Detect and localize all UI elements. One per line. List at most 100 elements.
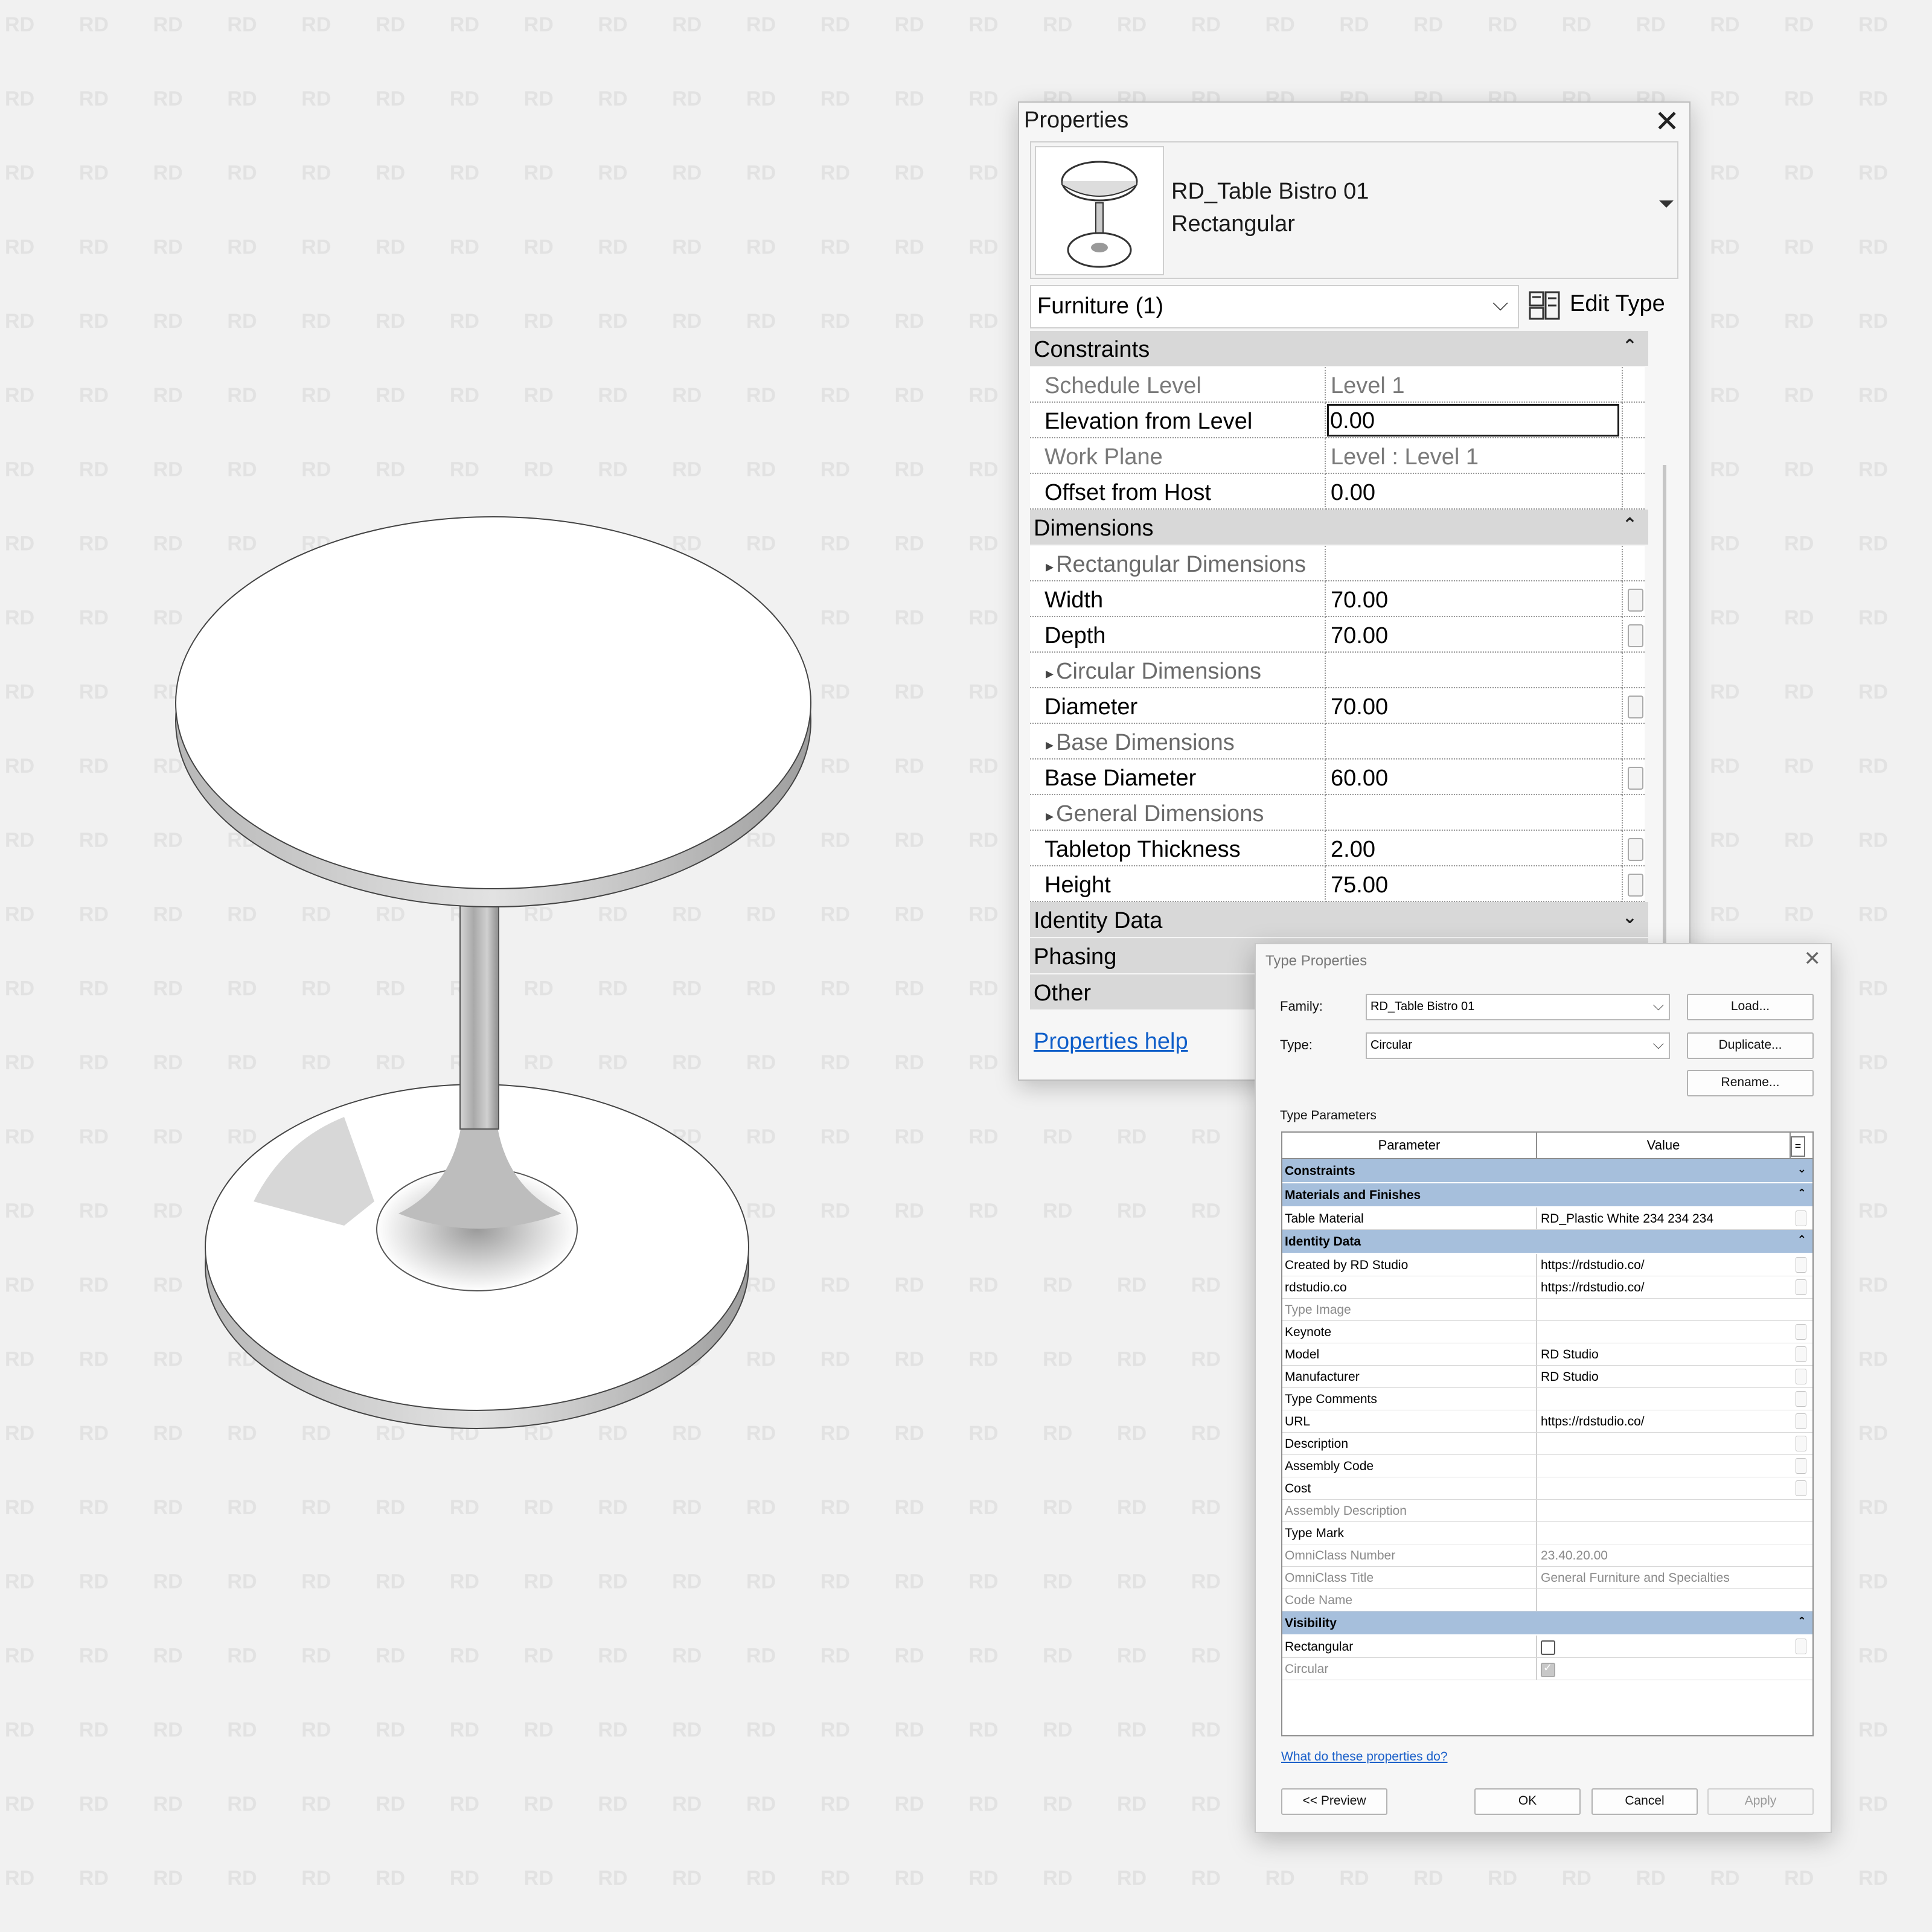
associate-parameter-icon[interactable] [1796, 1257, 1806, 1273]
associate-parameter-icon[interactable] [1796, 1480, 1806, 1496]
property-value-cell [1326, 653, 1622, 688]
associate-parameter-cell[interactable] [1622, 688, 1645, 724]
group-identity-data[interactable]: Identity Data ⌄ [1030, 902, 1648, 938]
type-param-row-rdstudio-co[interactable]: rdstudio.co https://rdstudio.co/ [1282, 1276, 1812, 1299]
collapse-icon[interactable]: ⌃ [1622, 336, 1637, 357]
type-param-row-keynote[interactable]: Keynote [1282, 1321, 1812, 1343]
type-param-row-rectangular[interactable]: Rectangular [1282, 1636, 1812, 1658]
associate-parameter-cell[interactable] [1622, 866, 1645, 902]
associate-parameter-icon[interactable] [1628, 696, 1643, 718]
type-param-row-model[interactable]: Model RD Studio [1282, 1343, 1812, 1366]
type-param-value[interactable]: RD_Plastic White 234 234 234 [1541, 1212, 1713, 1226]
associate-parameter-icon[interactable] [1628, 874, 1643, 897]
type-param-row-created-by-rd-studio[interactable]: Created by RD Studio https://rdstudio.co/ [1282, 1254, 1812, 1276]
associate-parameter-icon[interactable] [1796, 1639, 1806, 1654]
property-value-cell[interactable]: 2.00 [1326, 831, 1622, 866]
associate-parameter-cell[interactable] [1622, 760, 1645, 795]
type-param-value[interactable]: https://rdstudio.co/ [1541, 1415, 1645, 1429]
type-param-row-type-comments[interactable]: Type Comments [1282, 1388, 1812, 1410]
property-row-depth[interactable]: Depth 70.00 [1030, 617, 1648, 653]
property-row-base-diameter[interactable]: Base Diameter 60.00 [1030, 760, 1648, 795]
instance-filter-dropdown[interactable]: Furniture (1) ⌵ [1030, 285, 1519, 328]
visibility-checkbox[interactable] [1541, 1640, 1555, 1655]
type-param-row-type-mark[interactable]: Type Mark [1282, 1522, 1812, 1544]
preview-button[interactable]: << Preview [1281, 1788, 1387, 1815]
property-row-offset-from-host[interactable]: Offset from Host 0.00 [1030, 474, 1648, 510]
associate-parameter-icon[interactable] [1796, 1458, 1806, 1474]
dropdown-arrow-icon[interactable] [1659, 200, 1674, 208]
property-value-cell[interactable]: 60.00 [1326, 760, 1622, 795]
group-constraints[interactable]: Constraints ⌃ [1030, 331, 1648, 367]
ok-button[interactable]: OK [1474, 1788, 1581, 1815]
type-param-row-cost[interactable]: Cost [1282, 1477, 1812, 1500]
property-value-cell[interactable]: 75.00 [1326, 866, 1622, 902]
apply-button[interactable]: Apply [1707, 1788, 1814, 1815]
associate-parameter-icon[interactable] [1628, 767, 1643, 790]
type-param-value[interactable]: RD Studio [1541, 1348, 1599, 1362]
type-group-materials-and-finishes[interactable]: Materials and Finishes ⌃ [1282, 1183, 1812, 1208]
property-row-tabletop-thickness[interactable]: Tabletop Thickness 2.00 [1030, 831, 1648, 866]
type-param-value[interactable]: https://rdstudio.co/ [1541, 1258, 1645, 1273]
family-dropdown[interactable]: RD_Table Bistro 01 ⌵ [1366, 994, 1670, 1020]
collapse-icon[interactable]: ⌃ [1797, 1187, 1806, 1200]
property-row-elevation-from-level[interactable]: Elevation from Level 0.00 [1030, 403, 1648, 438]
expand-icon[interactable]: ⌄ [1622, 907, 1637, 928]
collapse-icon[interactable]: ⌃ [1797, 1615, 1806, 1628]
properties-help-link[interactable]: What do these properties do? [1281, 1750, 1448, 1764]
property-row-base-dimensions[interactable]: Base Dimensions [1030, 724, 1648, 760]
associate-parameter-cell[interactable] [1622, 617, 1645, 653]
associate-parameter-icon[interactable] [1628, 624, 1643, 647]
associate-parameter-icon[interactable] [1796, 1436, 1806, 1451]
associate-parameter-icon[interactable] [1796, 1324, 1806, 1340]
type-param-row-assembly-code[interactable]: Assembly Code [1282, 1455, 1812, 1477]
properties-help-link[interactable]: Properties help [1034, 1029, 1188, 1055]
property-row-circular-dimensions[interactable]: Circular Dimensions [1030, 653, 1648, 688]
property-value-cell[interactable]: 0.00 [1326, 474, 1622, 510]
cancel-button[interactable]: Cancel [1591, 1788, 1698, 1815]
close-icon[interactable]: ✕ [1654, 104, 1680, 139]
associate-parameter-icon[interactable] [1796, 1391, 1806, 1407]
property-value-cell[interactable]: 0.00 [1326, 403, 1622, 438]
load-button[interactable]: Load... [1687, 994, 1814, 1020]
edit-type-button[interactable]: Edit Type [1527, 285, 1672, 324]
associate-parameter-icon[interactable] [1628, 838, 1643, 861]
collapse-icon[interactable]: ⌃ [1622, 514, 1637, 536]
duplicate-button[interactable]: Duplicate... [1687, 1032, 1814, 1059]
property-value-cell[interactable]: 70.00 [1326, 617, 1622, 653]
associate-parameter-cell[interactable] [1622, 831, 1645, 866]
associate-parameter-icon[interactable] [1796, 1369, 1806, 1384]
rename-button[interactable]: Rename... [1687, 1070, 1814, 1096]
associate-parameter-icon[interactable] [1796, 1211, 1806, 1226]
formula-column-header[interactable]: = [1791, 1136, 1805, 1157]
type-group-identity-data[interactable]: Identity Data ⌃ [1282, 1230, 1812, 1254]
type-group-visibility[interactable]: Visibility ⌃ [1282, 1611, 1812, 1636]
property-row-general-dimensions[interactable]: General Dimensions [1030, 795, 1648, 831]
type-param-value[interactable]: RD Studio [1541, 1370, 1599, 1384]
type-param-row-description[interactable]: Description [1282, 1433, 1812, 1455]
associate-parameter-icon[interactable] [1628, 589, 1643, 612]
associate-parameter-icon[interactable] [1796, 1413, 1806, 1429]
property-value-input[interactable]: 0.00 [1327, 404, 1619, 437]
type-group-constraints[interactable]: Constraints ⌄ [1282, 1159, 1812, 1183]
property-row-diameter[interactable]: Diameter 70.00 [1030, 688, 1648, 724]
property-row-rectangular-dimensions[interactable]: Rectangular Dimensions [1030, 546, 1648, 581]
collapse-icon[interactable]: ⌃ [1797, 1233, 1806, 1246]
associate-parameter-icon[interactable] [1796, 1346, 1806, 1362]
close-icon[interactable]: ✕ [1804, 947, 1822, 971]
type-param-value[interactable]: https://rdstudio.co/ [1541, 1281, 1645, 1295]
property-row-height[interactable]: Height 75.00 [1030, 866, 1648, 902]
type-selector[interactable]: RD_Table Bistro 01 Rectangular [1030, 141, 1678, 279]
type-param-row-manufacturer[interactable]: Manufacturer RD Studio [1282, 1366, 1812, 1388]
property-value-cell[interactable]: 70.00 [1326, 688, 1622, 724]
associate-parameter-icon[interactable] [1796, 1279, 1806, 1295]
expand-icon[interactable]: ⌄ [1797, 1163, 1806, 1176]
parameter-column-header[interactable]: Parameter [1282, 1133, 1537, 1158]
type-param-row-url[interactable]: URL https://rdstudio.co/ [1282, 1410, 1812, 1433]
group-dimensions[interactable]: Dimensions ⌃ [1030, 510, 1648, 546]
value-column-header[interactable]: Value [1537, 1133, 1791, 1158]
property-value-cell[interactable]: 70.00 [1326, 581, 1622, 617]
associate-parameter-cell[interactable] [1622, 581, 1645, 617]
property-row-width[interactable]: Width 70.00 [1030, 581, 1648, 617]
type-param-row-table-material[interactable]: Table Material RD_Plastic White 234 234 2… [1282, 1208, 1812, 1230]
type-dropdown[interactable]: Circular ⌵ [1366, 1032, 1670, 1059]
